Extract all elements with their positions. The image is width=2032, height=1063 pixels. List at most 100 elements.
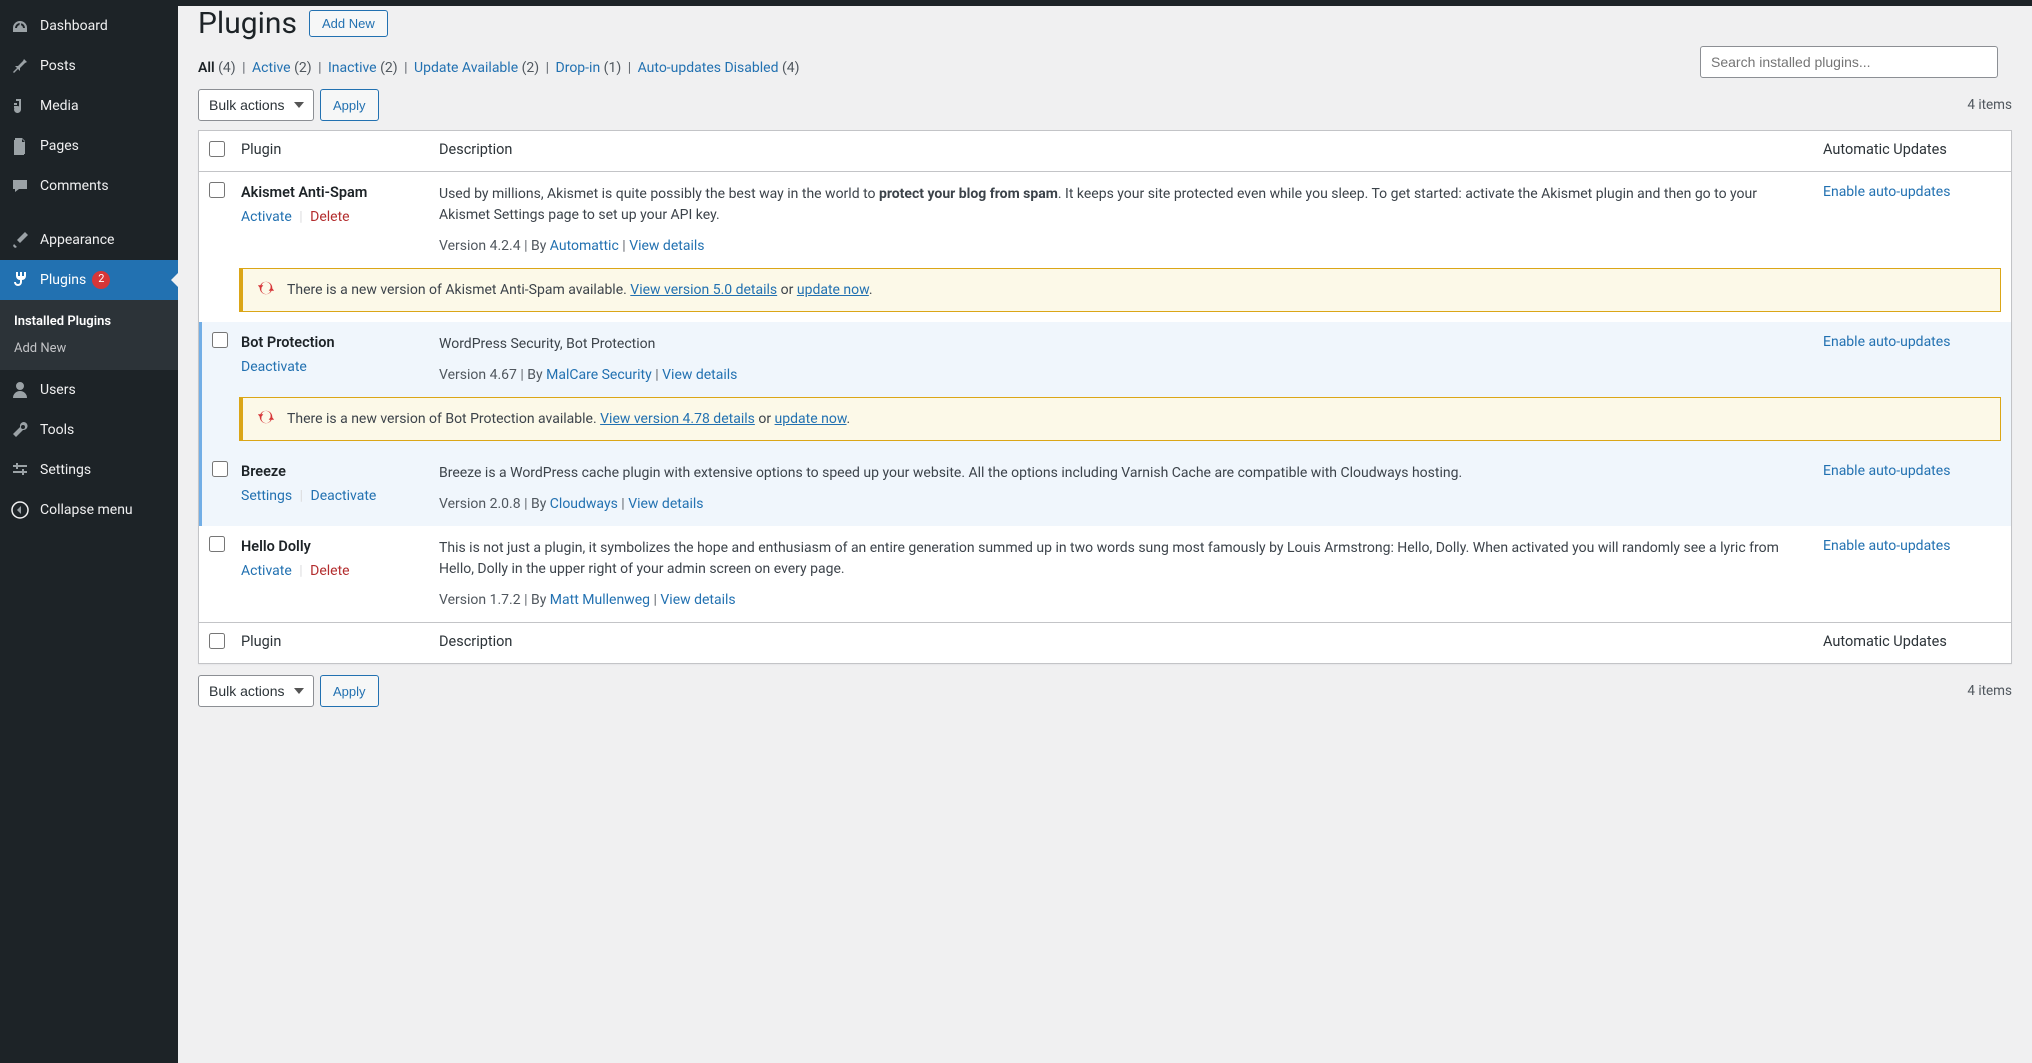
author-link[interactable]: Matt Mullenweg xyxy=(550,592,650,608)
select-all-bottom[interactable] xyxy=(209,633,225,649)
author-link[interactable]: Cloudways xyxy=(550,496,618,512)
bulk-actions-select-bottom[interactable]: Bulk actions xyxy=(198,675,314,707)
sidebar-item-settings[interactable]: Settings xyxy=(0,450,178,490)
row-checkbox[interactable] xyxy=(209,182,225,198)
row-checkbox[interactable] xyxy=(209,536,225,552)
row-actions: Deactivate xyxy=(241,359,419,375)
author-link[interactable]: MalCare Security xyxy=(546,367,652,383)
enable-auto-updates-link[interactable]: Enable auto-updates xyxy=(1823,538,1950,554)
submenu-item-installed-plugins[interactable]: Installed Plugins xyxy=(0,308,178,335)
sidebar-item-label: Media xyxy=(40,98,79,114)
sidebar-item-media[interactable]: Media xyxy=(0,86,178,126)
sidebar-item-users[interactable]: Users xyxy=(0,370,178,410)
plugin-name: Bot Protection xyxy=(241,334,419,351)
col-description-foot: Description xyxy=(429,622,1813,663)
plugin-name: Akismet Anti-Spam xyxy=(241,184,419,201)
sidebar-item-label: Plugins xyxy=(40,272,86,288)
plugin-description: WordPress Security, Bot Protection xyxy=(439,334,1803,355)
update-icon xyxy=(257,408,275,430)
table-row: Bot Protection Deactivate WordPress Secu… xyxy=(199,322,2011,397)
sidebar-submenu: Installed PluginsAdd New xyxy=(0,300,178,370)
delete-link[interactable]: Delete xyxy=(310,209,349,225)
bulk-actions-select[interactable]: Bulk actions xyxy=(198,89,314,121)
activate-link[interactable]: Activate xyxy=(241,209,292,225)
plugins-table: Plugin Description Automatic Updates Aki… xyxy=(198,130,2012,664)
sidebar-item-label: Users xyxy=(40,382,76,398)
filter-drop-in[interactable]: Drop-in xyxy=(556,60,601,76)
sidebar-item-tools[interactable]: Tools xyxy=(0,410,178,450)
plugin-meta: Version 4.67 | By MalCare Security | Vie… xyxy=(439,367,1803,383)
filter-inactive[interactable]: Inactive xyxy=(328,60,377,76)
plugin-description: Used by millions, Akismet is quite possi… xyxy=(439,184,1803,226)
delete-link[interactable]: Delete xyxy=(310,563,349,579)
row-checkbox[interactable] xyxy=(212,332,228,348)
col-plugin-foot: Plugin xyxy=(231,622,429,663)
page-icon xyxy=(10,136,30,156)
update-message: There is a new version of Bot Protection… xyxy=(239,397,2001,441)
search-input[interactable] xyxy=(1700,46,1998,78)
view-details-link[interactable]: View details xyxy=(662,367,737,383)
view-version-link[interactable]: View version 5.0 details xyxy=(630,282,777,298)
sidebar-item-comments[interactable]: Comments xyxy=(0,166,178,206)
wrench-icon xyxy=(10,420,30,440)
row-actions: Activate | Delete xyxy=(241,563,419,579)
row-actions: Activate | Delete xyxy=(241,209,419,225)
col-auto-updates: Automatic Updates xyxy=(1813,131,2011,172)
sidebar-item-dashboard[interactable]: Dashboard xyxy=(0,6,178,46)
update-notice-row: There is a new version of Akismet Anti-S… xyxy=(199,268,2011,322)
sidebar-item-collapse-menu[interactable]: Collapse menu xyxy=(0,490,178,530)
activate-link[interactable]: Activate xyxy=(241,563,292,579)
enable-auto-updates-link[interactable]: Enable auto-updates xyxy=(1823,463,1950,479)
row-checkbox[interactable] xyxy=(212,461,228,477)
apply-button[interactable]: Apply xyxy=(320,89,379,121)
update-now-link[interactable]: update now xyxy=(797,282,869,298)
sliders-icon xyxy=(10,460,30,480)
col-plugin: Plugin xyxy=(231,131,429,172)
view-version-link[interactable]: View version 4.78 details xyxy=(600,411,755,427)
deactivate-link[interactable]: Deactivate xyxy=(241,359,307,375)
submenu-item-add-new[interactable]: Add New xyxy=(0,335,178,362)
sidebar-item-label: Dashboard xyxy=(40,18,108,34)
settings-link[interactable]: Settings xyxy=(241,488,292,504)
sidebar-item-label: Tools xyxy=(40,422,74,438)
sidebar-item-posts[interactable]: Posts xyxy=(0,46,178,86)
sidebar-item-label: Settings xyxy=(40,462,91,478)
update-now-link[interactable]: update now xyxy=(775,411,847,427)
col-description: Description xyxy=(429,131,1813,172)
view-details-link[interactable]: View details xyxy=(628,496,703,512)
apply-button-bottom[interactable]: Apply xyxy=(320,675,379,707)
plugin-description: This is not just a plugin, it symbolizes… xyxy=(439,538,1803,580)
table-row: Akismet Anti-Spam Activate | Delete Used… xyxy=(199,172,2011,268)
sidebar-item-plugins[interactable]: Plugins 2 xyxy=(0,260,178,300)
sidebar-item-pages[interactable]: Pages xyxy=(0,126,178,166)
add-new-button[interactable]: Add New xyxy=(309,10,388,37)
plugin-meta: Version 1.7.2 | By Matt Mullenweg | View… xyxy=(439,592,1803,608)
view-details-link[interactable]: View details xyxy=(660,592,735,608)
items-count-bottom: 4 items xyxy=(1967,683,2012,699)
plugin-description: Breeze is a WordPress cache plugin with … xyxy=(439,463,1803,484)
plugin-name: Hello Dolly xyxy=(241,538,419,555)
user-icon xyxy=(10,380,30,400)
enable-auto-updates-link[interactable]: Enable auto-updates xyxy=(1823,334,1950,350)
comment-icon xyxy=(10,176,30,196)
filter-active[interactable]: Active xyxy=(252,60,291,76)
table-row: Breeze Settings | Deactivate Breeze is a… xyxy=(199,451,2011,526)
sidebar-item-label: Posts xyxy=(40,58,76,74)
select-all-top[interactable] xyxy=(209,141,225,157)
col-auto-updates-foot: Automatic Updates xyxy=(1813,622,2011,663)
author-link[interactable]: Automattic xyxy=(550,238,619,254)
deactivate-link[interactable]: Deactivate xyxy=(311,488,377,504)
filter-auto-updates-disabled[interactable]: Auto-updates Disabled xyxy=(638,60,779,76)
brush-icon xyxy=(10,230,30,250)
sidebar-item-label: Appearance xyxy=(40,232,114,248)
filter-update-available[interactable]: Update Available xyxy=(414,60,518,76)
sidebar-item-label: Collapse menu xyxy=(40,502,133,518)
update-message: There is a new version of Akismet Anti-S… xyxy=(239,268,2001,312)
enable-auto-updates-link[interactable]: Enable auto-updates xyxy=(1823,184,1950,200)
view-details-link[interactable]: View details xyxy=(629,238,704,254)
search-box xyxy=(1700,46,1998,78)
sidebar-item-label: Comments xyxy=(40,178,109,194)
sidebar-item-appearance[interactable]: Appearance xyxy=(0,220,178,260)
update-badge: 2 xyxy=(92,271,110,289)
filter-all[interactable]: All xyxy=(198,60,215,76)
